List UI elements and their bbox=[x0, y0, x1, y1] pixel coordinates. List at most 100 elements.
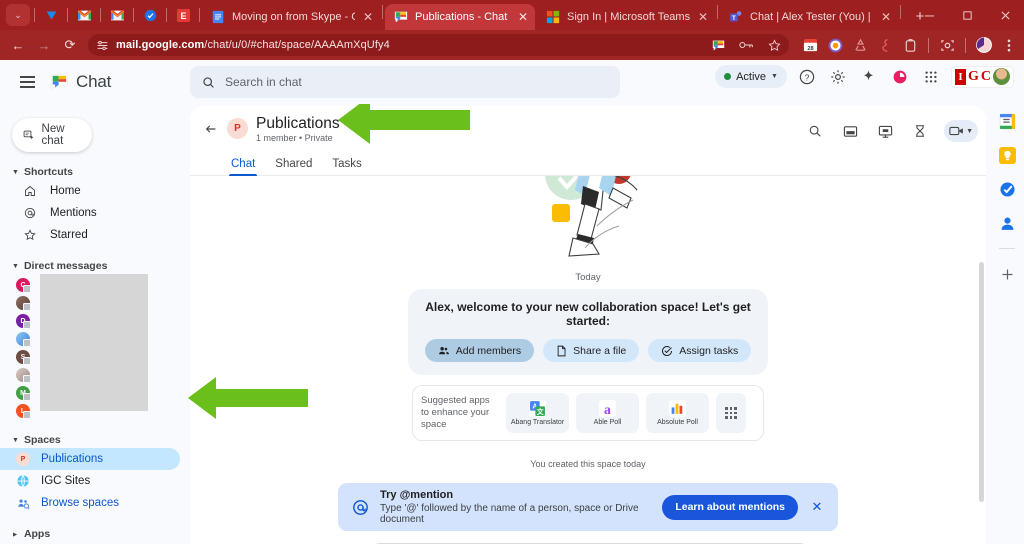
present-icon[interactable] bbox=[874, 120, 896, 142]
close-icon[interactable]: ✕ bbox=[880, 10, 892, 24]
direct-messages-section-header[interactable]: ▼ Direct messages bbox=[12, 260, 190, 272]
more-apps-button[interactable] bbox=[716, 393, 746, 433]
shortcuts-section-header[interactable]: ▼ Shortcuts bbox=[12, 166, 190, 178]
scrollbar-thumb[interactable] bbox=[979, 262, 984, 502]
sidebar-item-mentions[interactable]: Mentions bbox=[0, 202, 180, 224]
settings-icon[interactable] bbox=[827, 66, 849, 88]
google-calendar-icon[interactable] bbox=[998, 112, 1016, 130]
maximize-button[interactable] bbox=[948, 0, 986, 30]
side-panel bbox=[990, 60, 1024, 544]
gemini-sparkle-icon[interactable] bbox=[858, 66, 880, 88]
space-avatar: P bbox=[16, 452, 30, 466]
close-icon[interactable]: ✕ bbox=[517, 10, 529, 24]
pinned-tab-chevron[interactable]: ⌄ bbox=[6, 4, 30, 26]
share-file-button[interactable]: Share a file bbox=[543, 339, 640, 362]
calendar-28-icon[interactable]: 28 bbox=[801, 36, 819, 54]
search-input[interactable]: Search in chat bbox=[190, 66, 620, 98]
chevron-down-icon[interactable]: ▼ bbox=[966, 128, 973, 135]
close-window-button[interactable] bbox=[986, 0, 1024, 30]
browser-tab-2[interactable]: Sign In | Microsoft Teams ✕ bbox=[537, 4, 715, 30]
igc-brand-logo[interactable]: I G C bbox=[950, 65, 1014, 88]
snapchat-icon[interactable] bbox=[876, 36, 894, 54]
forward-button[interactable]: → bbox=[32, 33, 56, 57]
pinned-tab-gmail-1[interactable] bbox=[72, 4, 96, 26]
open-in-panel-icon[interactable] bbox=[839, 120, 861, 142]
reload-button[interactable]: ⟳ bbox=[58, 33, 82, 57]
hourglass-icon[interactable] bbox=[909, 120, 931, 142]
photos-icon[interactable] bbox=[826, 36, 844, 54]
minimize-icon bbox=[924, 15, 934, 16]
sidebar-item-publications[interactable]: P Publications bbox=[0, 448, 180, 470]
avatar[interactable] bbox=[993, 68, 1010, 85]
url-text: mail.google.com/chat/u/0/#chat/space/AAA… bbox=[116, 39, 390, 51]
lens-icon[interactable] bbox=[938, 36, 956, 54]
password-key-icon[interactable] bbox=[737, 36, 755, 54]
button-label: Share a file bbox=[573, 344, 627, 357]
sidebar-item-browse-spaces[interactable]: Browse spaces bbox=[0, 492, 180, 514]
google-tasks-icon[interactable] bbox=[998, 180, 1016, 198]
microsoft-icon bbox=[546, 10, 560, 24]
sidebar-item-igc-sites[interactable]: IGC Sites bbox=[0, 470, 180, 492]
pinned-tab-gmail-2[interactable] bbox=[105, 4, 129, 26]
help-icon[interactable]: ? bbox=[796, 66, 818, 88]
search-icon[interactable] bbox=[804, 120, 826, 142]
brand-letter-c: C bbox=[980, 68, 991, 84]
app-tile-absolute-poll[interactable]: Absolute Poll bbox=[646, 393, 709, 433]
avatar bbox=[16, 368, 31, 383]
status-badge[interactable]: Active ▼ bbox=[715, 65, 787, 88]
sidebar-item-label: Publications bbox=[41, 453, 104, 465]
apps-section-header[interactable]: ▼ Apps bbox=[12, 528, 190, 540]
back-arrow-icon[interactable] bbox=[200, 118, 222, 140]
tab-chat[interactable]: Chat bbox=[221, 158, 265, 176]
add-panel-button[interactable] bbox=[998, 265, 1016, 283]
new-chat-button[interactable]: New chat bbox=[12, 118, 92, 152]
pinned-tab-triangle[interactable] bbox=[39, 4, 63, 26]
video-call-button[interactable]: ▼ bbox=[944, 120, 978, 142]
conversation-header-actions: ▼ bbox=[804, 120, 978, 142]
clipboard-icon[interactable] bbox=[901, 36, 919, 54]
scrollbar[interactable] bbox=[979, 262, 984, 544]
assign-tasks-button[interactable]: Assign tasks bbox=[648, 339, 752, 362]
add-members-button[interactable]: Add members bbox=[424, 339, 535, 362]
google-contacts-icon[interactable] bbox=[998, 214, 1016, 232]
main-menu-button[interactable] bbox=[12, 67, 42, 97]
app-name: Able Poll bbox=[593, 419, 622, 426]
kebab-menu-icon[interactable] bbox=[1000, 36, 1018, 54]
close-icon[interactable]: ✕ bbox=[809, 499, 825, 515]
tab-shared[interactable]: Shared bbox=[265, 158, 322, 175]
back-button[interactable]: ← bbox=[6, 33, 30, 57]
chevron-down-icon: ▼ bbox=[12, 436, 19, 444]
page-title[interactable]: Publications ▼ bbox=[256, 115, 353, 132]
browser-tab-0[interactable]: Moving on from Skype - Googl ✕ bbox=[202, 4, 380, 30]
profile-icon[interactable] bbox=[975, 36, 993, 54]
sidebar-item-home[interactable]: Home bbox=[0, 180, 180, 202]
browser-tab-title: Moving on from Skype - Googl bbox=[232, 11, 355, 23]
learn-about-mentions-button[interactable]: Learn about mentions bbox=[662, 494, 798, 520]
day-divider: Today bbox=[575, 272, 601, 283]
site-settings-icon[interactable] bbox=[96, 39, 109, 52]
google-chat-icon[interactable] bbox=[709, 36, 727, 54]
close-icon[interactable]: ✕ bbox=[362, 10, 374, 24]
browser-tab-3[interactable]: T Chat | Alex Tester (You) | Micros ✕ bbox=[720, 4, 898, 30]
spaces-section-header[interactable]: ▼ Spaces bbox=[12, 434, 190, 446]
browser-tab-bar: ⌄ E Moving on from Skype - ✕ Publication… bbox=[0, 0, 1024, 30]
browser-tab-1[interactable]: Publications - Chat ✕ bbox=[385, 4, 535, 30]
google-keep-icon[interactable] bbox=[998, 146, 1016, 164]
pinned-tab-circle-check[interactable] bbox=[138, 4, 162, 26]
divider bbox=[900, 5, 901, 19]
address-bar[interactable]: mail.google.com/chat/u/0/#chat/space/AAA… bbox=[88, 34, 789, 56]
tab-tasks[interactable]: Tasks bbox=[322, 158, 371, 175]
pinned-tab-e[interactable]: E bbox=[171, 4, 195, 26]
minimize-button[interactable] bbox=[910, 0, 948, 30]
app-tile-able-poll[interactable]: a Able Poll bbox=[576, 393, 639, 433]
conversation-panel: P Publications ▼ 1 member • Private ▼ Ch… bbox=[190, 106, 986, 544]
apps-grid-icon[interactable] bbox=[920, 66, 942, 88]
close-icon[interactable]: ✕ bbox=[697, 10, 709, 24]
clock-status-icon[interactable] bbox=[889, 66, 911, 88]
window-controls bbox=[910, 0, 1024, 30]
bookmark-star-icon[interactable] bbox=[765, 36, 783, 54]
recycle-icon[interactable] bbox=[851, 36, 869, 54]
app-tile-abang-translator[interactable]: A文 Abang Translator bbox=[506, 393, 569, 433]
divider bbox=[166, 8, 167, 22]
sidebar-item-starred[interactable]: Starred bbox=[0, 224, 180, 246]
